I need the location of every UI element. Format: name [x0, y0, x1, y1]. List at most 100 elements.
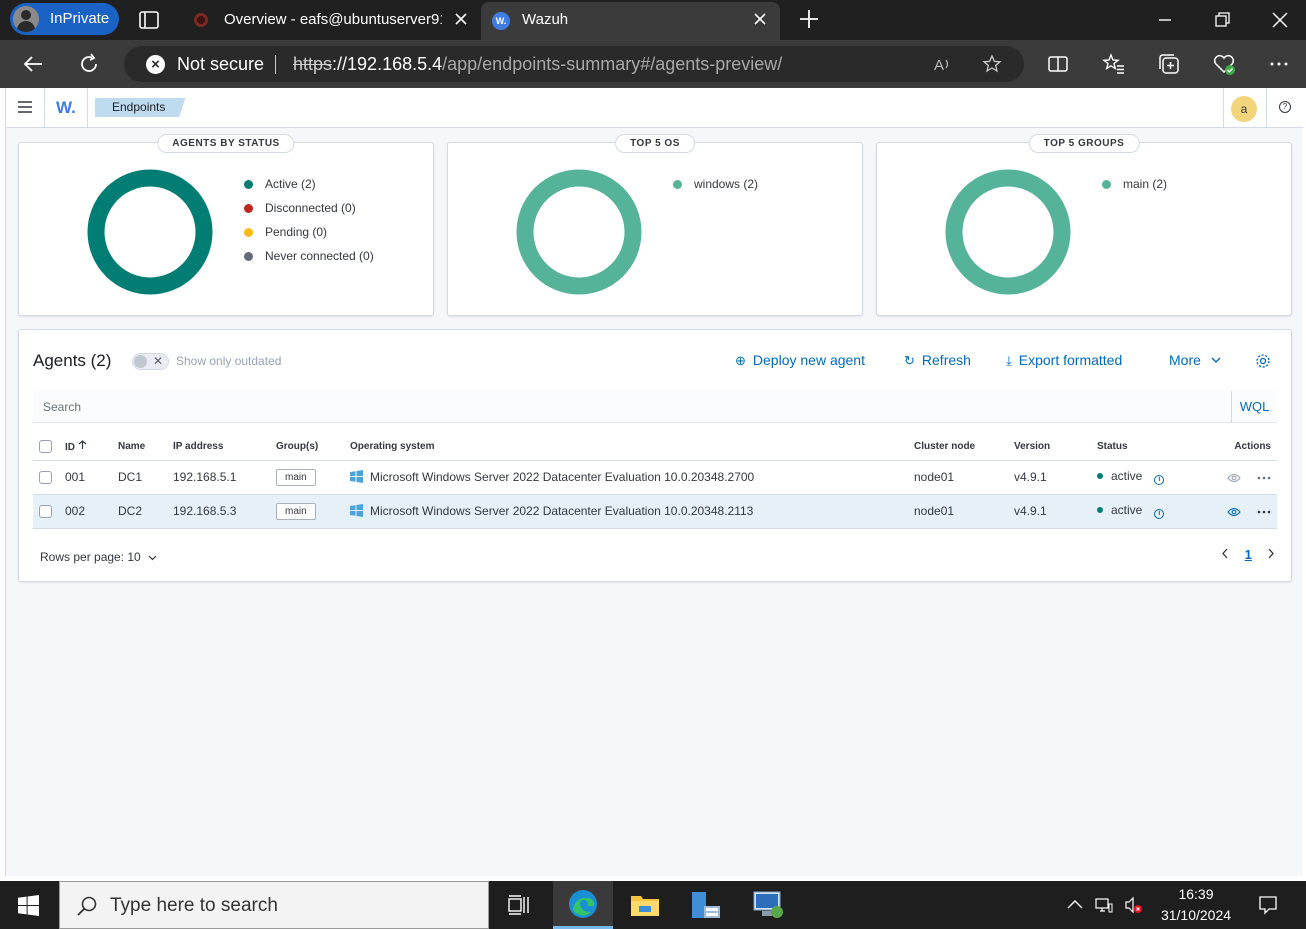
more-menu-icon[interactable] [1267, 52, 1291, 76]
os-label: Microsoft Windows Server 2022 Datacenter… [370, 470, 755, 484]
agents-table: ID Name IP address Group(s) Operating sy… [33, 434, 1277, 529]
notification-icon[interactable] [1258, 895, 1278, 915]
restore-icon[interactable] [1211, 9, 1233, 31]
taskbar-edge[interactable] [553, 881, 613, 929]
breadcrumb-endpoints[interactable]: Endpoints [95, 98, 186, 117]
outdated-toggle[interactable]: ✕ [132, 353, 169, 370]
os-donut-chart[interactable] [516, 169, 642, 295]
wql-button[interactable]: WQL [1231, 391, 1277, 423]
groups-donut-chart[interactable] [945, 169, 1071, 295]
taskbar-server-manager[interactable] [676, 881, 736, 929]
col-id[interactable]: ID [59, 434, 112, 461]
tab-wazuh[interactable]: W. Wazuh [481, 2, 780, 40]
row-checkbox[interactable] [39, 471, 52, 485]
os-legend: windows (2) [673, 177, 758, 201]
row-checkbox[interactable] [39, 505, 52, 519]
col-version[interactable]: Version [1008, 434, 1091, 461]
table-row[interactable]: 001 DC1 192.168.5.1 main Microsoft Windo… [33, 460, 1277, 495]
browser-essentials-icon[interactable] [1212, 52, 1236, 76]
view-eye-icon[interactable] [1226, 507, 1241, 517]
help-icon[interactable]: ? [1279, 101, 1291, 113]
refresh-button[interactable]: ↻ Refresh [904, 352, 971, 369]
read-aloud-icon[interactable]: A [932, 54, 952, 74]
settings-gear-icon[interactable] [1255, 353, 1271, 369]
favorite-star-icon[interactable] [982, 54, 1002, 74]
donut-ring [945, 169, 1071, 295]
legend-item-pending[interactable]: Pending (0) [244, 225, 374, 249]
taskbar-remote-desktop[interactable] [738, 881, 798, 929]
legend-label: Never connected (0) [265, 249, 374, 263]
legend-item-windows[interactable]: windows (2) [673, 177, 758, 201]
close-tab-icon[interactable] [454, 12, 468, 26]
col-ip[interactable]: IP address [167, 434, 270, 461]
rows-per-page-selector[interactable]: Rows per page: 10 [40, 550, 157, 564]
more-label: More [1169, 352, 1201, 368]
system-clock[interactable]: 16:39 31/10/2024 [1153, 884, 1239, 926]
close-window-icon[interactable] [1269, 9, 1291, 31]
deploy-agent-button[interactable]: ⊕ Deploy new agent [735, 352, 865, 369]
next-page-icon[interactable] [1267, 548, 1275, 559]
status-donut-chart[interactable] [87, 169, 213, 295]
split-screen-icon[interactable] [1046, 52, 1070, 76]
pagination: 1 [1221, 547, 1275, 562]
taskbar-search[interactable]: Type here to search [59, 881, 489, 929]
volume-icon[interactable] [1124, 896, 1142, 914]
task-view-button[interactable] [489, 881, 549, 929]
taskbar-search-placeholder: Type here to search [110, 895, 278, 916]
export-button[interactable]: ⤓ Export formatted [1006, 352, 1122, 369]
menu-icon[interactable] [18, 101, 32, 113]
col-cluster[interactable]: Cluster node [908, 434, 1008, 461]
page-number[interactable]: 1 [1245, 547, 1252, 562]
url-text[interactable]: https://192.168.5.4/app/endpoints-summar… [293, 46, 782, 82]
tab-overview[interactable]: Overview - eafs@ubuntuserver91 [186, 2, 481, 38]
col-status[interactable]: Status [1091, 434, 1205, 461]
agents-title: Agents (2) [33, 351, 112, 370]
select-all-checkbox[interactable] [39, 440, 52, 454]
search-input[interactable] [33, 391, 1231, 423]
status-label: active [1111, 503, 1143, 517]
col-name[interactable]: Name [112, 434, 167, 461]
tab-actions-icon[interactable] [138, 9, 160, 31]
cell-ip: 192.168.5.3 [167, 494, 270, 529]
view-eye-icon[interactable] [1226, 473, 1241, 483]
legend-item-main[interactable]: main (2) [1102, 177, 1167, 201]
chevron-up-icon[interactable] [1066, 896, 1084, 914]
new-tab-icon[interactable] [797, 7, 821, 31]
refresh-icon[interactable] [77, 52, 101, 76]
user-avatar[interactable]: a [1231, 96, 1257, 122]
favorites-icon[interactable] [1102, 52, 1126, 76]
cell-name: DC1 [112, 460, 167, 495]
row-select-cell [33, 494, 59, 529]
cell-cluster: node01 [908, 460, 1008, 495]
back-icon[interactable] [22, 52, 46, 76]
legend-item-never-connected[interactable]: Never connected (0) [244, 249, 374, 273]
wazuh-logo[interactable]: W. [56, 98, 76, 118]
top-groups-card: TOP 5 GROUPS main (2) [876, 134, 1292, 316]
prev-page-icon[interactable] [1221, 548, 1229, 559]
more-button[interactable]: More [1169, 352, 1221, 368]
info-icon[interactable]: i [1154, 475, 1165, 485]
edge-icon [569, 890, 597, 918]
minimize-icon[interactable] [1154, 9, 1176, 31]
refresh-icon: ↻ [904, 353, 915, 368]
info-icon[interactable]: i [1154, 509, 1165, 519]
collections-icon[interactable] [1157, 52, 1181, 76]
legend-dot [244, 252, 253, 261]
row-more-icon[interactable] [1257, 510, 1271, 514]
table-row[interactable]: 002 DC2 192.168.5.3 main Microsoft Windo… [33, 494, 1277, 529]
close-tab-icon[interactable] [753, 12, 767, 26]
not-secure-label[interactable]: Not secure [177, 46, 264, 82]
address-bar[interactable]: × Not secure https://192.168.5.4/app/end… [124, 46, 1024, 82]
legend-label: main (2) [1123, 177, 1168, 191]
network-icon[interactable] [1095, 896, 1113, 914]
group-badge[interactable]: main [276, 468, 316, 486]
col-os[interactable]: Operating system [344, 434, 908, 461]
taskbar-file-explorer[interactable] [614, 881, 674, 929]
col-groups[interactable]: Group(s) [270, 434, 344, 461]
group-badge[interactable]: main [276, 502, 316, 520]
windows-start-icon[interactable] [18, 895, 39, 916]
inprivate-badge[interactable]: InPrivate [10, 3, 119, 35]
row-more-icon[interactable] [1257, 476, 1271, 480]
legend-item-active[interactable]: Active (2) [244, 177, 374, 201]
legend-item-disconnected[interactable]: Disconnected (0) [244, 201, 374, 225]
